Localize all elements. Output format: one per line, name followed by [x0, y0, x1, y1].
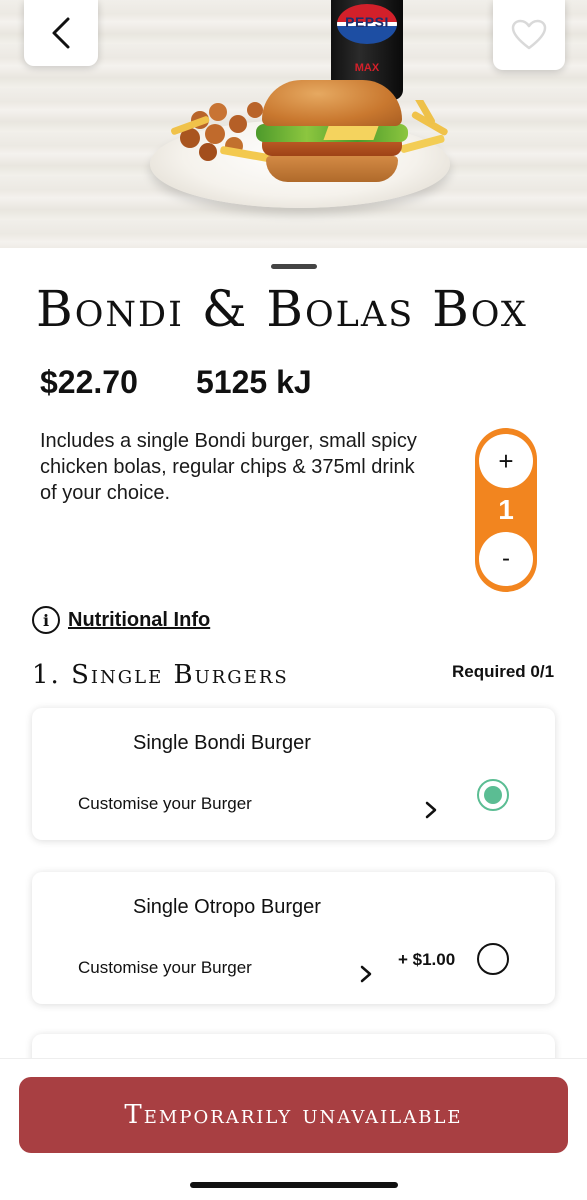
option-radio-selected[interactable] [477, 779, 509, 811]
increase-quantity-button[interactable]: + [479, 434, 533, 488]
favorite-button[interactable] [493, 0, 565, 70]
quantity-stepper: + 1 - [475, 428, 537, 592]
chevron-right-icon[interactable] [359, 964, 373, 984]
product-description: Includes a single Bondi burger, small sp… [40, 430, 417, 504]
nutritional-info-label: Nutritional Info [68, 608, 211, 631]
can-brand-text: PEPSI [345, 14, 389, 30]
customise-burger-link[interactable]: Customise your Burger [78, 958, 252, 978]
radio-dot [484, 786, 502, 804]
option-radio[interactable] [477, 943, 509, 975]
option-name: Single Bondi Burger [133, 732, 311, 754]
section-title: 1. Single Burgers [32, 660, 289, 690]
customise-burger-link[interactable]: Customise your Burger [78, 794, 252, 814]
cta-label: Temporarily unavailable [124, 1100, 463, 1130]
option-extra-price: + $1.00 [398, 950, 456, 969]
option-name: Single Otropo Burger [133, 896, 321, 918]
home-indicator [190, 1182, 398, 1188]
option-card-single-otropo-burger[interactable]: Single Otropo Burger Customise your Burg… [32, 872, 555, 1004]
product-energy: 5125 kJ [196, 364, 312, 400]
nutritional-info-link[interactable]: i Nutritional Info [32, 606, 210, 634]
product-price: $22.70 [40, 364, 138, 400]
burger [256, 80, 408, 186]
quantity-value: 1 [498, 494, 514, 525]
cheese [323, 126, 379, 140]
bun-top [262, 80, 402, 126]
option-card-single-bondi-burger[interactable]: Single Bondi Burger Customise your Burge… [32, 708, 555, 840]
decrease-quantity-button[interactable]: - [479, 532, 533, 586]
sheet-handle[interactable] [271, 264, 317, 269]
chevron-right-icon[interactable] [424, 800, 438, 820]
bun-bottom [266, 156, 398, 182]
info-icon: i [32, 606, 60, 634]
back-button[interactable] [24, 0, 98, 66]
chevron-left-icon [52, 17, 70, 49]
can-variant-text: MAX [354, 62, 380, 74]
product-title: Bondi & Bolas Box [36, 280, 528, 338]
heart-outline-icon [511, 19, 547, 50]
required-badge: Required 0/1 [452, 662, 555, 681]
add-to-order-button[interactable]: Temporarily unavailable [19, 1077, 568, 1153]
